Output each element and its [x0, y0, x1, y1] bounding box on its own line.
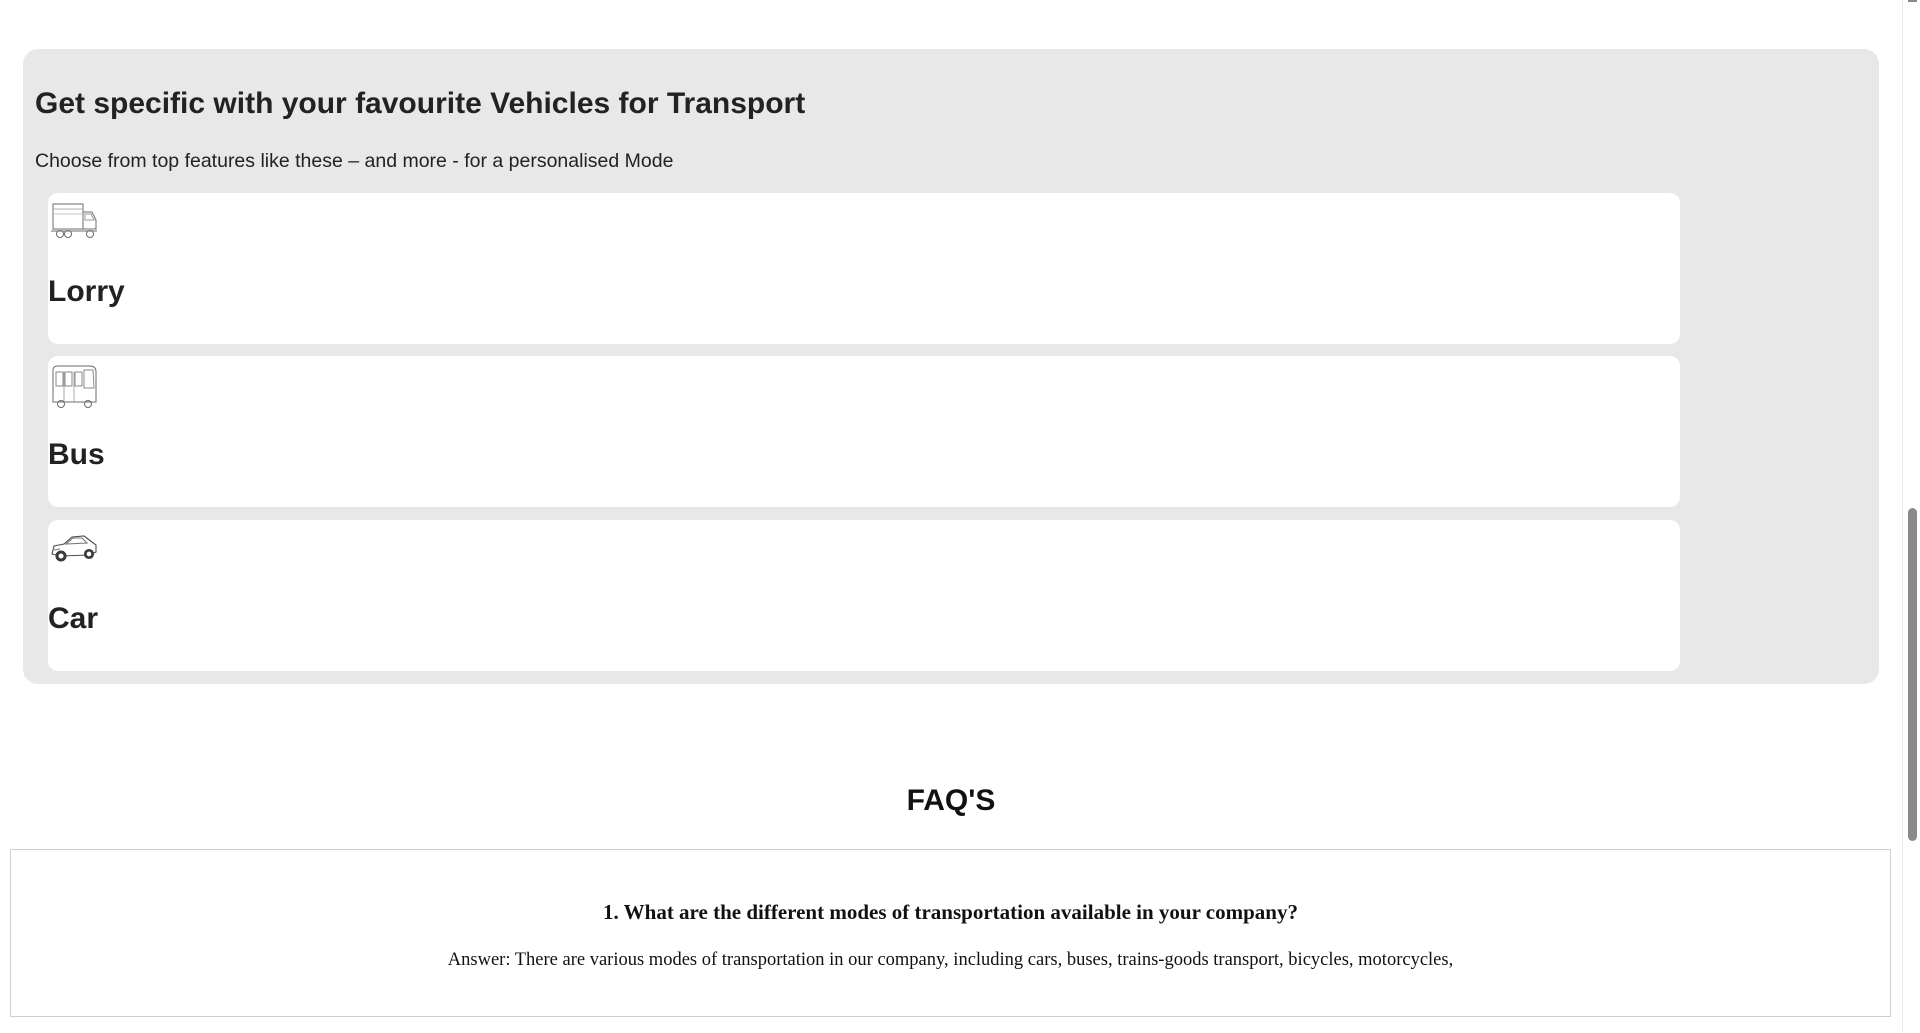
features-subtitle: Choose from top features like these – an… — [35, 150, 674, 172]
vehicle-name-lorry: Lorry — [48, 275, 125, 308]
vehicle-name-car: Car — [48, 602, 99, 635]
vehicle-name-bus: Bus — [48, 438, 105, 471]
faq-question: 1. What are the different modes of trans… — [603, 900, 1298, 924]
page: Get specific with your favourite Vehicle… — [0, 0, 1902, 1033]
scrollbar-top-mark — [1908, 0, 1917, 2]
faq-answer: Answer: There are various modes of trans… — [447, 950, 1454, 970]
car-icon — [50, 528, 98, 570]
faq-heading: FAQ'S — [906, 784, 996, 817]
features-title: Get specific with your favourite Vehicle… — [35, 87, 806, 120]
scrollbar-thumb[interactable] — [1908, 508, 1917, 841]
faq-item: 1. What are the different modes of trans… — [10, 849, 1891, 1017]
vehicle-card-lorry[interactable]: Lorry — [48, 193, 1680, 344]
bus-icon — [50, 364, 98, 408]
lorry-icon — [50, 201, 98, 243]
page-scrollbar[interactable] — [1902, 0, 1920, 1033]
vehicle-features-section: Get specific with your favourite Vehicle… — [23, 49, 1879, 684]
vehicle-card-bus[interactable]: Bus — [48, 356, 1680, 507]
vehicle-card-car[interactable]: Car — [48, 520, 1680, 671]
